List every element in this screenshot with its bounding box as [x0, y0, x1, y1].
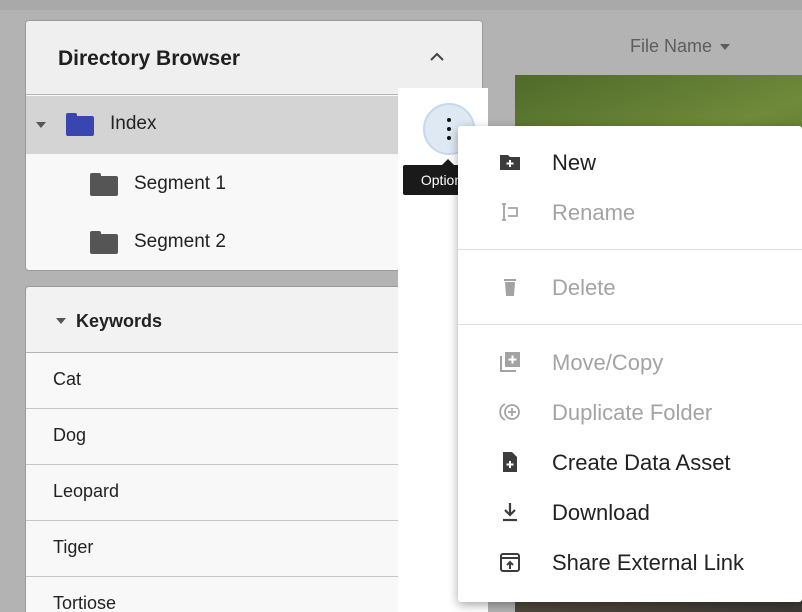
menu-item-share-external-link[interactable]: Share External Link — [458, 538, 802, 588]
new-folder-icon — [500, 155, 520, 170]
caret-down-icon[interactable] — [56, 318, 66, 324]
menu-item-create-data-asset[interactable]: Create Data Asset — [458, 438, 802, 488]
duplicate-icon — [499, 403, 520, 421]
menu-item-label: Delete — [552, 275, 616, 300]
menu-item-label: Download — [552, 500, 650, 525]
menu-item-label: Create Data Asset — [552, 450, 731, 475]
keywords-title: Keywords — [76, 311, 163, 331]
menu-item-label: Duplicate Folder — [552, 400, 713, 425]
menu-item-label: Move/Copy — [552, 350, 664, 375]
menu-item-duplicate-folder[interactable]: Duplicate Folder — [458, 388, 802, 438]
trash-icon — [504, 279, 516, 296]
move-copy-icon — [500, 352, 520, 372]
share-link-icon — [500, 553, 520, 572]
menu-divider — [458, 249, 802, 250]
menu-divider — [458, 324, 802, 325]
add-file-icon — [503, 452, 517, 472]
options-menu: New Rename Delete Move/Copy Duplicate Fo… — [458, 126, 802, 602]
keyword-label: Cat — [53, 369, 82, 389]
file-name-column-header[interactable]: File Name — [630, 36, 730, 57]
folder-icon — [66, 113, 94, 136]
tree-item-label: Index — [110, 113, 157, 134]
menu-item-new[interactable]: New — [458, 138, 802, 188]
directory-browser-header[interactable]: Directory Browser — [26, 21, 482, 95]
keyword-label: Leopard — [53, 481, 120, 501]
folder-icon — [90, 173, 118, 196]
menu-item-label: Rename — [552, 200, 636, 225]
keyword-label: Tortiose — [53, 593, 117, 612]
directory-browser-title: Directory Browser — [58, 47, 241, 70]
tree-item-label: Segment 2 — [134, 231, 226, 252]
menu-item-delete[interactable]: Delete — [458, 263, 802, 313]
menu-item-label: Share External Link — [552, 550, 744, 575]
caret-down-icon[interactable] — [36, 122, 46, 128]
menu-item-label: New — [552, 150, 597, 175]
menu-item-move-copy[interactable]: Move/Copy — [458, 338, 802, 388]
keyword-label: Dog — [53, 425, 87, 445]
menu-item-download[interactable]: Download — [458, 488, 802, 538]
chevron-up-icon[interactable] — [426, 49, 448, 65]
download-icon — [503, 503, 517, 522]
rename-icon — [502, 203, 518, 221]
menu-item-rename[interactable]: Rename — [458, 188, 802, 238]
keyword-label: Tiger — [53, 537, 94, 557]
folder-icon — [90, 231, 118, 254]
tree-item-label: Segment 1 — [134, 173, 226, 194]
top-band — [0, 0, 802, 10]
